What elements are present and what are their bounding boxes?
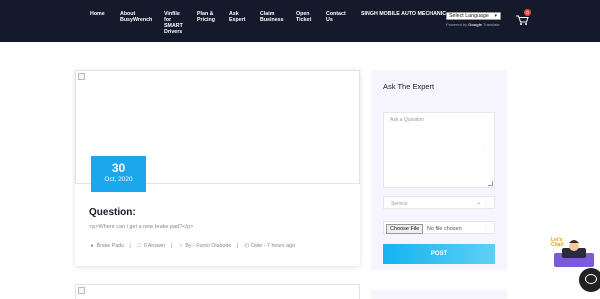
- ask-expert-widget: Ask The Expert Ask a Question ⋮ Service …: [371, 70, 507, 270]
- chat-promo[interactable]: Let's Chat!: [548, 237, 600, 269]
- post-answers[interactable]: 0 Answer: [144, 243, 166, 249]
- broken-image-icon: [78, 287, 85, 294]
- chat-bubble-icon: [585, 274, 597, 284]
- field-grip-icon: ⋮: [481, 147, 486, 153]
- post-meta: ● Brake Pads | □ 0 Answer | ○ By - Funto…: [90, 243, 296, 249]
- file-upload-field[interactable]: Choose File No file chosen ⋮: [383, 221, 495, 234]
- resize-handle[interactable]: [488, 181, 493, 186]
- chat-label: Let's Chat!: [551, 237, 564, 248]
- top-nav: Home About BusyWrench Vinfile for SMART Dri…: [0, 0, 600, 42]
- cart-button[interactable]: 0: [516, 9, 531, 25]
- next-post-card: [75, 284, 360, 299]
- chat-open-button[interactable]: [579, 268, 600, 292]
- clock-icon: ◴: [244, 243, 249, 249]
- nav-claim-business[interactable]: Claim Business: [260, 11, 284, 23]
- nav-plan-pricing[interactable]: Plan & Pricing: [197, 11, 215, 23]
- chevron-down-icon: ⌄: [476, 200, 481, 206]
- choose-file-button[interactable]: Choose File: [386, 224, 424, 234]
- nav-home[interactable]: Home: [90, 11, 105, 17]
- comment-icon: □: [137, 243, 141, 249]
- user-icon: ○: [179, 243, 183, 249]
- nav-ask-expert[interactable]: Ask Expert: [229, 11, 246, 23]
- post-excerpt: <p>Where can i get a new brake pad?</p>: [89, 224, 194, 230]
- widget-title: Ask The Expert: [383, 82, 435, 91]
- service-select[interactable]: Service ⌄ ⋮: [383, 196, 495, 209]
- post-button[interactable]: POST: [383, 244, 495, 264]
- question-textarea[interactable]: Ask a Question ⋮: [383, 112, 495, 188]
- nav-account-menu[interactable]: SINGH MOBILE AUTO MECHANIC ▼: [361, 11, 453, 17]
- post-author: By - Funto Olabode: [185, 243, 232, 249]
- post-date-badge: 30 Oct, 2020: [91, 156, 146, 192]
- nav-vinfile[interactable]: Vinfile for SMART Drivers: [164, 11, 183, 35]
- language-select[interactable]: Select Language ▾: [446, 12, 501, 20]
- cart-count-badge: 0: [524, 9, 531, 16]
- info-icon: ●: [90, 243, 94, 249]
- post-title[interactable]: Question:: [89, 207, 136, 218]
- chevron-down-icon: ▾: [494, 13, 497, 19]
- broken-image-icon: [78, 73, 85, 80]
- nav-contact[interactable]: Contact Us: [326, 11, 346, 23]
- field-grip-icon: ⋮: [483, 201, 488, 207]
- post-category[interactable]: Brake Pads: [96, 243, 123, 249]
- post-date: Date - 7 hours ago: [251, 243, 296, 249]
- next-widget: [371, 290, 507, 299]
- google-translate-credit: Powered by Google Translate: [446, 22, 500, 27]
- nav-open-ticket[interactable]: Open Ticket: [296, 11, 311, 23]
- field-grip-icon: ⋮: [483, 226, 488, 232]
- file-status: No file chosen: [426, 226, 462, 232]
- question-post-card: 30 Oct, 2020 Question: <p>Where can i ge…: [75, 70, 360, 266]
- nav-about[interactable]: About BusyWrench: [120, 11, 152, 23]
